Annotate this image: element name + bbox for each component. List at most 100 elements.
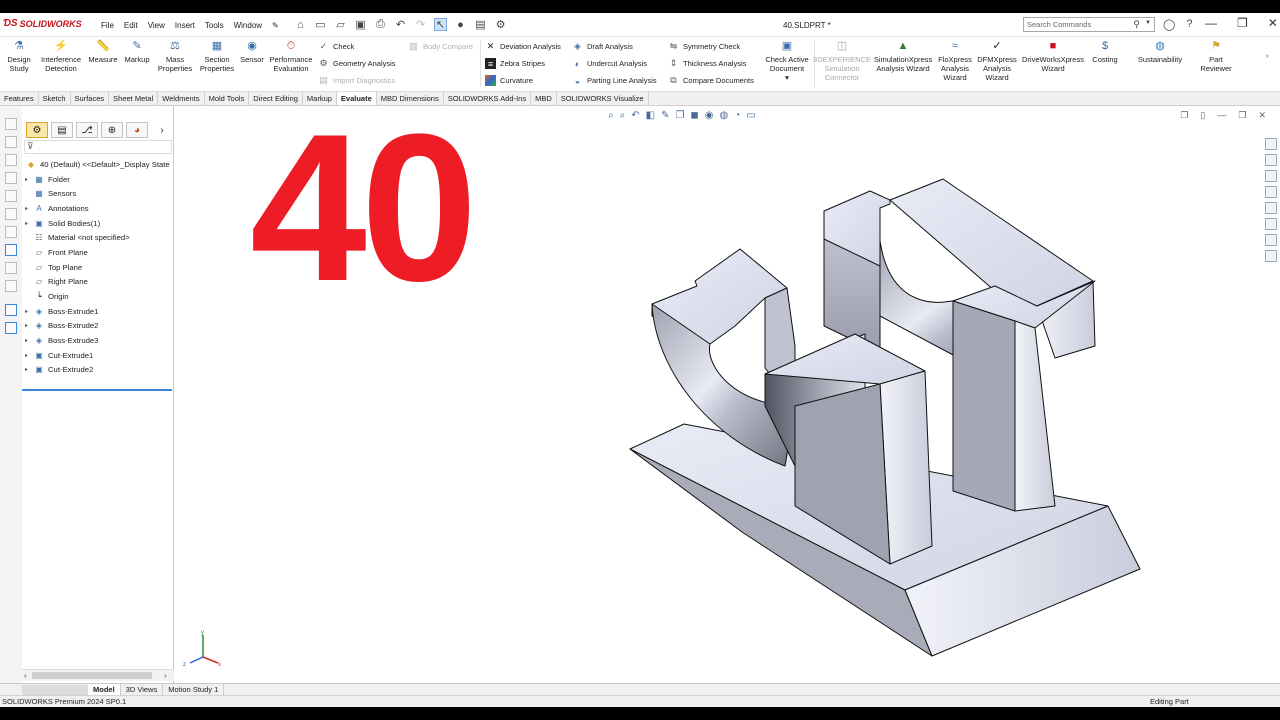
tree-item-right-plane[interactable]: ▱ Right Plane bbox=[22, 275, 174, 290]
tree-item-cut-extrude2[interactable]: ▸ ▣ Cut-Extrude2 bbox=[22, 363, 174, 378]
options-gear-icon[interactable]: ⚙ bbox=[494, 18, 507, 31]
mass-properties-button[interactable]: ⚖ Mass Properties bbox=[156, 39, 194, 73]
geometry-analysis-button[interactable]: ⚙ Geometry Analysis bbox=[318, 58, 395, 69]
undercut-analysis-button[interactable]: ◐ Undercut Analysis bbox=[572, 58, 647, 69]
curvature-button[interactable]: Curvature bbox=[485, 75, 533, 86]
scroll-left-icon[interactable]: ‹ bbox=[24, 671, 27, 680]
tree-item-folder[interactable]: ▸ ▦ Folder bbox=[22, 172, 174, 187]
menu-insert[interactable]: Insert bbox=[170, 21, 200, 30]
display-manager-tab-icon[interactable]: ◕ bbox=[126, 122, 148, 138]
performance-evaluation-button[interactable]: ⏱ Performance Evaluation bbox=[268, 39, 314, 73]
simulationxpress-button[interactable]: ▲ SimulationXpress Analysis Wizard bbox=[870, 39, 936, 73]
help-icon[interactable]: ? bbox=[1186, 18, 1192, 31]
dfmxpress-button[interactable]: ✓ DFMXpress Analysis Wizard bbox=[976, 39, 1018, 82]
tab-solidworks-visualize[interactable]: SOLIDWORKS Visualize bbox=[557, 92, 649, 105]
tree-item-top-plane[interactable]: ▱ Top Plane bbox=[22, 260, 174, 275]
expand-icon[interactable]: ▸ bbox=[25, 322, 33, 329]
dimxpert-manager-tab-icon[interactable]: ⊕ bbox=[101, 122, 123, 138]
body-compare-button[interactable]: ▥ Body Compare bbox=[408, 41, 473, 52]
tab-weldments[interactable]: Weldments bbox=[158, 92, 205, 105]
mold-tool-icon[interactable] bbox=[5, 208, 17, 220]
thickness-analysis-button[interactable]: ⇕ Thickness Analysis bbox=[668, 58, 747, 69]
print-icon[interactable]: ⎙ bbox=[374, 18, 387, 31]
expand-icon[interactable]: ▸ bbox=[25, 337, 33, 344]
rebuild-icon[interactable]: ● bbox=[454, 18, 467, 31]
ribbon-scroll-right-icon[interactable]: › bbox=[1266, 51, 1269, 60]
markup-tool-icon[interactable] bbox=[5, 262, 17, 274]
menu-tools[interactable]: Tools bbox=[200, 21, 229, 30]
evaluate-tool-icon[interactable] bbox=[5, 244, 17, 256]
tree-root-part[interactable]: ◆ 40 (Default) <<Default>_Display State bbox=[22, 157, 174, 172]
draft-analysis-button[interactable]: ◈ Draft Analysis bbox=[572, 41, 633, 52]
parting-line-analysis-button[interactable]: ◒ Parting Line Analysis bbox=[572, 75, 657, 86]
floxpress-button[interactable]: ≈ FloXpress Analysis Wizard bbox=[936, 39, 974, 82]
measure-button[interactable]: 📏 Measure bbox=[87, 39, 119, 64]
tab-features[interactable]: Features bbox=[0, 92, 39, 105]
sheet-metal-tool-icon[interactable] bbox=[5, 172, 17, 184]
tab-model[interactable]: Model bbox=[88, 684, 121, 695]
property-manager-tab-icon[interactable]: ▤ bbox=[51, 122, 73, 138]
scroll-right-icon[interactable]: › bbox=[164, 671, 167, 680]
tree-item-boss-extrude3[interactable]: ▸ ◈ Boss-Extrude3 bbox=[22, 333, 174, 348]
add-ins-tool-icon[interactable] bbox=[5, 322, 17, 334]
menu-view[interactable]: View bbox=[143, 21, 170, 30]
undo-icon[interactable]: ↶ bbox=[394, 18, 407, 31]
redo-icon[interactable]: ↷ bbox=[414, 18, 427, 31]
configuration-manager-tab-icon[interactable]: ⎇ bbox=[76, 122, 98, 138]
graphics-area[interactable]: ⌕ ⌕ ↶ ◧ ✎ ❒ ◼ ◉ ◍ ◔ ▭ ❐ ▯ — ❐ ✕ 40 y x z bbox=[175, 103, 1280, 683]
part-model-3d[interactable] bbox=[175, 106, 1280, 683]
zebra-stripes-button[interactable]: ≡ Zebra Stripes bbox=[485, 58, 545, 69]
horizontal-scrollbar[interactable]: ‹ › bbox=[22, 669, 174, 681]
tree-item-boss-extrude1[interactable]: ▸ ◈ Boss-Extrude1 bbox=[22, 304, 174, 319]
select-arrow-icon[interactable]: ↖ bbox=[434, 18, 447, 31]
new-document-icon[interactable]: ▭ bbox=[314, 18, 327, 31]
weldment-tool-icon[interactable] bbox=[5, 190, 17, 202]
minimize-icon[interactable]: — bbox=[1205, 16, 1217, 30]
tree-item-sensors[interactable]: ▦ Sensors bbox=[22, 186, 174, 201]
sketch-tool-icon[interactable] bbox=[5, 118, 17, 130]
filter-icon[interactable]: ⊽ bbox=[24, 140, 172, 154]
check-active-document-button[interactable]: ▣ Check Active Document ▾ bbox=[762, 39, 812, 82]
experience-simulation-connector-button[interactable]: ◫ 3DEXPERIENCE Simulation Connector bbox=[813, 39, 871, 82]
tree-item-annotations[interactable]: ▸ A Annotations bbox=[22, 201, 174, 216]
surface-tool-icon[interactable] bbox=[5, 154, 17, 166]
direct-edit-tool-icon[interactable] bbox=[5, 226, 17, 238]
close-icon[interactable]: ✕ bbox=[1268, 16, 1278, 30]
menu-file[interactable]: File bbox=[96, 21, 119, 30]
save-icon[interactable]: ▣ bbox=[354, 18, 367, 31]
pin-icon[interactable]: ✎ bbox=[267, 21, 284, 30]
chevron-down-icon[interactable]: ▼ bbox=[1145, 20, 1151, 26]
markup-button[interactable]: ✎ Markup bbox=[122, 39, 152, 64]
menu-window[interactable]: Window bbox=[229, 21, 267, 30]
tree-item-solid-bodies[interactable]: ▸ ▣ Solid Bodies(1) bbox=[22, 216, 174, 231]
chevron-down-icon[interactable]: ▾ bbox=[785, 73, 789, 82]
sensor-button[interactable]: ◉ Sensor bbox=[238, 39, 266, 64]
tab-mold-tools[interactable]: Mold Tools bbox=[205, 92, 250, 105]
user-account-icon[interactable]: ◯ bbox=[1163, 18, 1175, 31]
restore-icon[interactable]: ❐ bbox=[1237, 16, 1248, 30]
expand-icon[interactable]: ▸ bbox=[25, 220, 33, 227]
tab-3d-views[interactable]: 3D Views bbox=[121, 684, 164, 695]
design-study-button[interactable]: ⚗ Design Study bbox=[6, 39, 32, 73]
check-button[interactable]: ✓ Check bbox=[318, 41, 355, 52]
tab-surfaces[interactable]: Surfaces bbox=[71, 92, 110, 105]
deviation-analysis-button[interactable]: ✕ Deviation Analysis bbox=[485, 41, 561, 52]
costing-button[interactable]: $ Costing bbox=[1088, 39, 1122, 64]
tree-item-origin[interactable]: ┕ Origin bbox=[22, 289, 174, 304]
file-properties-icon[interactable]: ▤ bbox=[474, 18, 487, 31]
scrollbar-thumb[interactable] bbox=[32, 672, 152, 679]
open-folder-icon[interactable]: ▱ bbox=[334, 18, 347, 31]
feature-manager-tab-icon[interactable]: ⚙ bbox=[26, 122, 48, 138]
search-icon[interactable]: ⚲ bbox=[1133, 19, 1140, 30]
tree-item-boss-extrude2[interactable]: ▸ ◈ Boss-Extrude2 bbox=[22, 319, 174, 334]
tree-item-material[interactable]: ☷ Material <not specified> bbox=[22, 230, 174, 245]
part-reviewer-button[interactable]: ⚑ Part Reviewer bbox=[1196, 39, 1236, 73]
expand-icon[interactable]: ▸ bbox=[25, 308, 33, 315]
symmetry-check-button[interactable]: ⇋ Symmetry Check bbox=[668, 41, 740, 52]
feature-tool-icon[interactable] bbox=[5, 136, 17, 148]
solidworks-logo[interactable]: ƊS SOLIDWORKS bbox=[3, 18, 82, 29]
sustainability-button[interactable]: ◍ Sustainability bbox=[1132, 39, 1188, 64]
tab-motion-study-1[interactable]: Motion Study 1 bbox=[163, 684, 225, 695]
tab-sheet-metal[interactable]: Sheet Metal bbox=[109, 92, 159, 105]
expand-icon[interactable]: ▸ bbox=[25, 366, 33, 373]
